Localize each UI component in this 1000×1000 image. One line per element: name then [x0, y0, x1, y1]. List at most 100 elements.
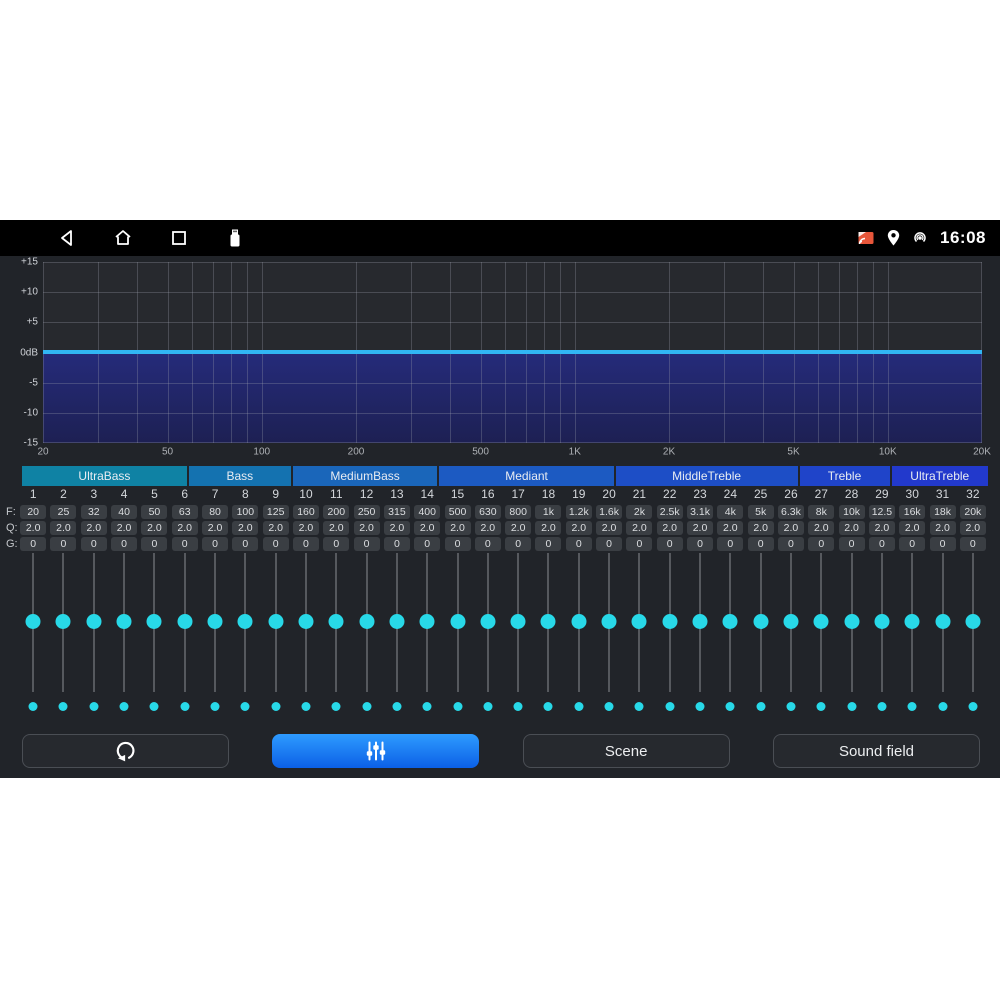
q-value-box[interactable]: 2.0	[839, 521, 865, 535]
slider-handle[interactable]	[359, 614, 374, 629]
q-value-box[interactable]: 2.0	[202, 521, 228, 535]
slider-handle[interactable]	[965, 614, 980, 629]
gain-value-box[interactable]: 0	[384, 537, 410, 551]
slider-handle[interactable]	[571, 614, 586, 629]
q-value-box[interactable]: 2.0	[354, 521, 380, 535]
freq-value-box[interactable]: 20	[20, 505, 46, 519]
q-value-box[interactable]: 2.0	[626, 521, 652, 535]
slider-handle[interactable]	[480, 614, 495, 629]
freq-value-box[interactable]: 8k	[808, 505, 834, 519]
q-value-box[interactable]: 2.0	[50, 521, 76, 535]
freq-value-box[interactable]: 800	[505, 505, 531, 519]
gain-value-box[interactable]: 0	[263, 537, 289, 551]
q-value-box[interactable]: 2.0	[293, 521, 319, 535]
freq-value-box[interactable]: 25	[50, 505, 76, 519]
gain-value-box[interactable]: 0	[869, 537, 895, 551]
gain-value-box[interactable]: 0	[232, 537, 258, 551]
q-value-box[interactable]: 2.0	[232, 521, 258, 535]
gain-value-box[interactable]: 0	[899, 537, 925, 551]
slider-handle[interactable]	[783, 614, 798, 629]
slider-handle[interactable]	[177, 614, 192, 629]
slider-handle[interactable]	[814, 614, 829, 629]
freq-value-box[interactable]: 32	[81, 505, 107, 519]
slider-handle[interactable]	[56, 614, 71, 629]
q-value-box[interactable]: 2.0	[81, 521, 107, 535]
gain-value-box[interactable]: 0	[81, 537, 107, 551]
freq-value-box[interactable]: 315	[384, 505, 410, 519]
q-value-box[interactable]: 2.0	[475, 521, 501, 535]
slider-handle[interactable]	[511, 614, 526, 629]
gain-value-box[interactable]: 0	[778, 537, 804, 551]
q-value-box[interactable]: 2.0	[141, 521, 167, 535]
scene-button[interactable]: Scene	[523, 734, 730, 768]
freq-value-box[interactable]: 1.6k	[596, 505, 622, 519]
freq-value-box[interactable]: 400	[414, 505, 440, 519]
slider-handle[interactable]	[753, 614, 768, 629]
slider-handle[interactable]	[632, 614, 647, 629]
slider-handle[interactable]	[723, 614, 738, 629]
q-value-box[interactable]: 2.0	[778, 521, 804, 535]
slider-handle[interactable]	[874, 614, 889, 629]
gain-value-box[interactable]: 0	[596, 537, 622, 551]
freq-value-box[interactable]: 2k	[626, 505, 652, 519]
freq-value-box[interactable]: 500	[445, 505, 471, 519]
freq-value-box[interactable]: 125	[263, 505, 289, 519]
q-value-box[interactable]: 2.0	[535, 521, 561, 535]
gain-value-box[interactable]: 0	[687, 537, 713, 551]
usb-icon[interactable]	[224, 227, 246, 249]
gain-value-box[interactable]: 0	[50, 537, 76, 551]
gain-value-box[interactable]: 0	[505, 537, 531, 551]
freq-value-box[interactable]: 18k	[930, 505, 956, 519]
gain-value-box[interactable]: 0	[20, 537, 46, 551]
gain-value-box[interactable]: 0	[323, 537, 349, 551]
freq-value-box[interactable]: 63	[172, 505, 198, 519]
q-value-box[interactable]: 2.0	[930, 521, 956, 535]
gain-value-box[interactable]: 0	[960, 537, 986, 551]
q-value-box[interactable]: 2.0	[748, 521, 774, 535]
slider-handle[interactable]	[117, 614, 132, 629]
slider-handle[interactable]	[389, 614, 404, 629]
q-value-box[interactable]: 2.0	[414, 521, 440, 535]
home-icon[interactable]	[112, 227, 134, 249]
slider-handle[interactable]	[329, 614, 344, 629]
freq-value-box[interactable]: 2.5k	[657, 505, 683, 519]
freq-value-box[interactable]: 20k	[960, 505, 986, 519]
slider-handle[interactable]	[541, 614, 556, 629]
q-value-box[interactable]: 2.0	[596, 521, 622, 535]
gain-value-box[interactable]: 0	[626, 537, 652, 551]
gain-value-box[interactable]: 0	[748, 537, 774, 551]
gain-value-box[interactable]: 0	[657, 537, 683, 551]
slider-handle[interactable]	[693, 614, 708, 629]
freq-value-box[interactable]: 10k	[839, 505, 865, 519]
slider-handle[interactable]	[450, 614, 465, 629]
gain-value-box[interactable]: 0	[111, 537, 137, 551]
gain-value-box[interactable]: 0	[172, 537, 198, 551]
q-value-box[interactable]: 2.0	[20, 521, 46, 535]
q-value-box[interactable]: 2.0	[384, 521, 410, 535]
gain-value-box[interactable]: 0	[202, 537, 228, 551]
freq-value-box[interactable]: 16k	[899, 505, 925, 519]
freq-value-box[interactable]: 4k	[717, 505, 743, 519]
freq-value-box[interactable]: 1.2k	[566, 505, 592, 519]
gain-value-box[interactable]: 0	[445, 537, 471, 551]
slider-handle[interactable]	[238, 614, 253, 629]
q-value-box[interactable]: 2.0	[323, 521, 349, 535]
freq-value-box[interactable]: 160	[293, 505, 319, 519]
gain-value-box[interactable]: 0	[414, 537, 440, 551]
freq-value-box[interactable]: 250	[354, 505, 380, 519]
gain-value-box[interactable]: 0	[808, 537, 834, 551]
freq-value-box[interactable]: 40	[111, 505, 137, 519]
slider-handle[interactable]	[602, 614, 617, 629]
q-value-box[interactable]: 2.0	[445, 521, 471, 535]
gain-value-box[interactable]: 0	[535, 537, 561, 551]
gain-value-box[interactable]: 0	[566, 537, 592, 551]
freq-value-box[interactable]: 100	[232, 505, 258, 519]
q-value-box[interactable]: 2.0	[111, 521, 137, 535]
freq-value-box[interactable]: 5k	[748, 505, 774, 519]
sound-field-button[interactable]: Sound field	[773, 734, 980, 768]
q-value-box[interactable]: 2.0	[263, 521, 289, 535]
q-value-box[interactable]: 2.0	[899, 521, 925, 535]
slider-handle[interactable]	[935, 614, 950, 629]
freq-value-box[interactable]: 80	[202, 505, 228, 519]
slider-handle[interactable]	[208, 614, 223, 629]
